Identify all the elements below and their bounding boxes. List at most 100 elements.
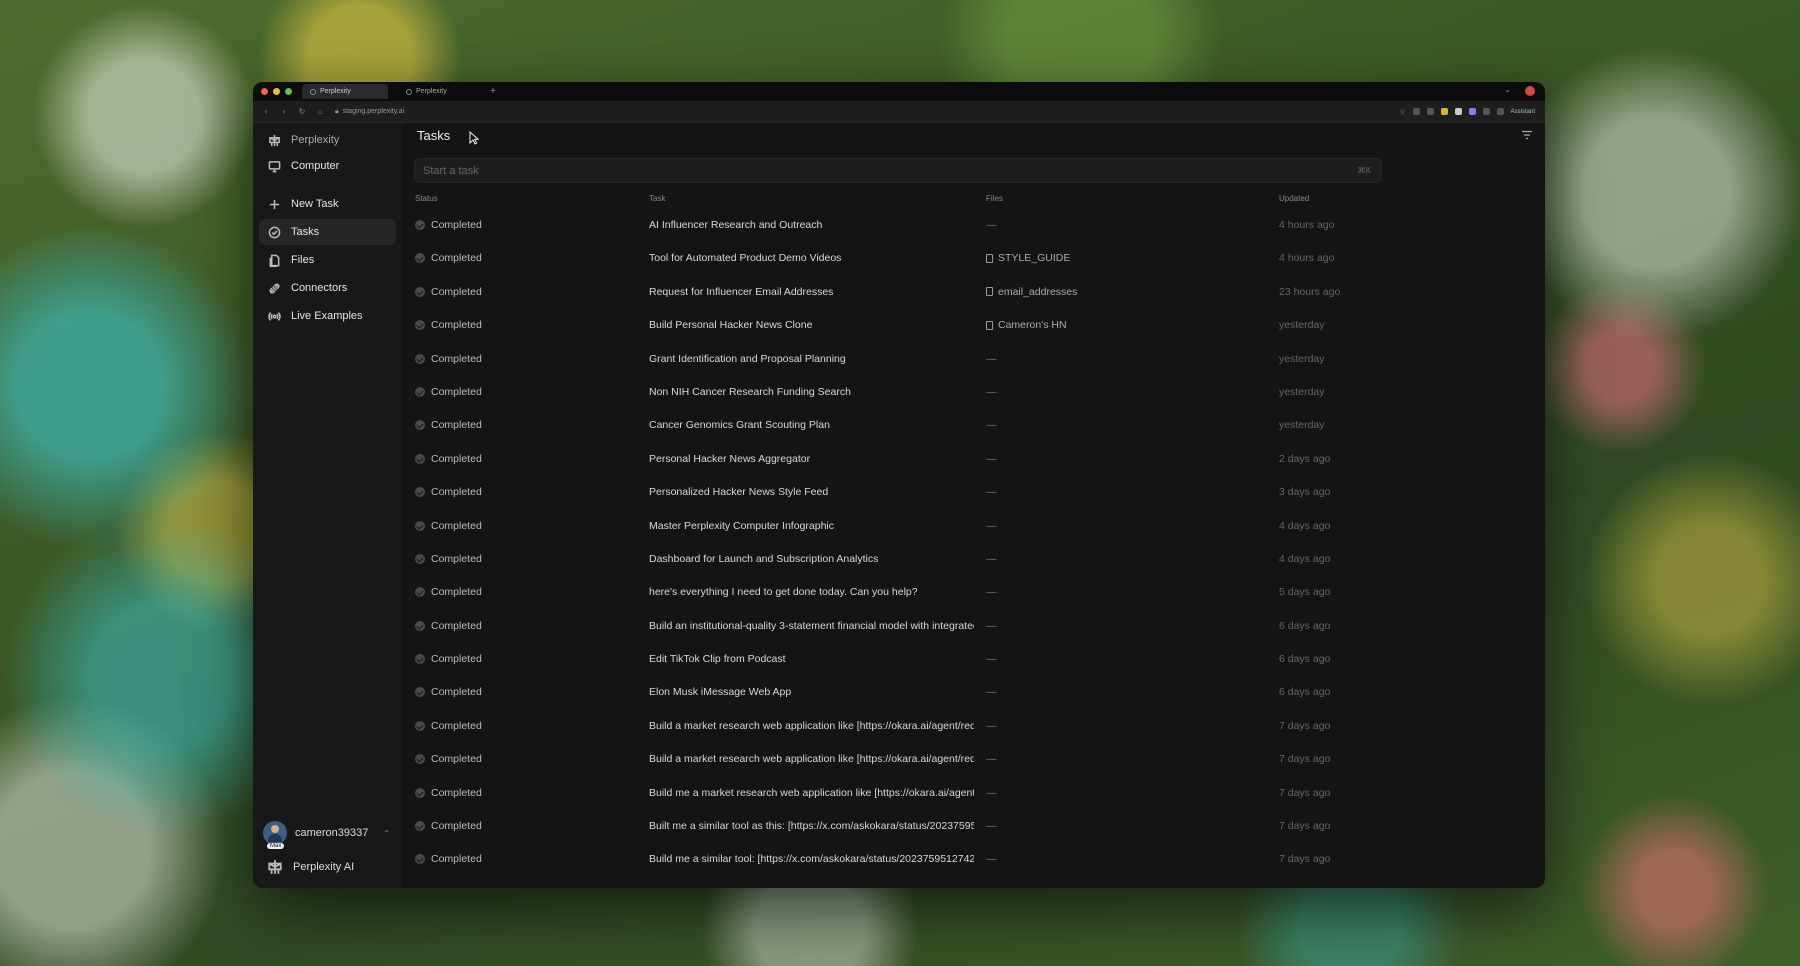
extension-icon[interactable] xyxy=(1454,108,1462,115)
check-circle-icon xyxy=(415,654,425,665)
table-row[interactable]: Completed Build me a market research web … xyxy=(402,777,1545,810)
files-cell: — xyxy=(986,453,1266,465)
task-name[interactable]: Build a market research web application … xyxy=(649,720,974,732)
task-name[interactable]: Personalized Hacker News Style Feed xyxy=(649,486,974,498)
table-row[interactable]: Completed Grant Identification and Propos… xyxy=(402,343,1545,376)
extension-icon[interactable] xyxy=(1468,108,1476,115)
task-name[interactable]: Non NIH Cancer Research Funding Search xyxy=(649,386,974,398)
updated-time: 7 days ago xyxy=(1279,753,1331,766)
extension-icon[interactable] xyxy=(1496,108,1504,115)
table-row[interactable]: Completed Build an institutional-quality … xyxy=(402,610,1545,643)
browser-tab-1[interactable]: Perplexity xyxy=(302,84,388,99)
home-icon[interactable]: ⌂ xyxy=(315,107,325,116)
sidebar-item-files[interactable]: Files xyxy=(253,247,402,273)
assistant-button[interactable]: Assistant xyxy=(1511,109,1535,115)
extension-icon[interactable] xyxy=(1412,108,1420,115)
task-name[interactable]: Master Perplexity Computer Infographic xyxy=(649,520,974,532)
file-name: — xyxy=(986,586,997,599)
file-name: email_addresses xyxy=(998,285,1078,298)
table-row[interactable]: Completed here's everything I need to get… xyxy=(402,576,1545,609)
files-cell[interactable]: Cameron's HN xyxy=(986,319,1266,331)
table-row[interactable]: Completed Master Perplexity Computer Info… xyxy=(402,510,1545,543)
table-row[interactable]: Completed Request for Influencer Email Ad… xyxy=(402,276,1545,309)
url-field[interactable]: 🔒︎ staging.perplexity.ai xyxy=(335,108,404,116)
table-row[interactable]: Completed Build Personal Hacker News Clon… xyxy=(402,309,1545,342)
task-name[interactable]: Elon Musk iMessage Web App xyxy=(649,686,974,698)
updated-time: 7 days ago xyxy=(1279,853,1331,866)
org-switcher[interactable]: Perplexity AI xyxy=(253,854,402,880)
task-name[interactable]: Build an institutional-quality 3-stateme… xyxy=(649,620,974,632)
task-name[interactable]: AI Influencer Research and Outreach xyxy=(649,219,974,231)
extension-icon[interactable] xyxy=(1426,108,1434,115)
new-tab-button[interactable]: + xyxy=(490,86,496,97)
files-cell[interactable]: email_addresses xyxy=(986,286,1266,298)
table-row[interactable]: Completed AI Influencer Research and Outr… xyxy=(402,209,1545,242)
table-row[interactable]: Completed Tool for Automated Product Demo… xyxy=(402,242,1545,275)
table-row[interactable]: Completed Build a market research web app… xyxy=(402,710,1545,743)
address-bar: ‹ › ↻ ⌂ 🔒︎ staging.perplexity.ai ☆ Assis… xyxy=(253,101,1545,123)
status-cell: Completed xyxy=(415,686,635,698)
task-name[interactable]: Personal Hacker News Aggregator xyxy=(649,453,974,465)
task-name[interactable]: Edit TikTok Clip from Podcast xyxy=(649,653,974,665)
reload-icon[interactable]: ↻ xyxy=(297,107,307,116)
perplexity-logo-icon xyxy=(269,134,280,146)
file-name: — xyxy=(986,519,997,532)
profile-icon[interactable] xyxy=(1525,86,1535,96)
table-row[interactable]: Completed Built me a similar tool as this… xyxy=(402,810,1545,843)
column-header-status[interactable]: Status xyxy=(415,194,635,203)
sidebar-item-new-task[interactable]: New Task xyxy=(253,191,402,217)
task-name[interactable]: Build a market research web application … xyxy=(649,753,974,765)
extension-icon[interactable] xyxy=(1482,108,1490,115)
plus-icon xyxy=(269,199,280,209)
forward-icon[interactable]: › xyxy=(279,107,289,116)
files-cell: — xyxy=(986,686,1266,698)
files-cell: — xyxy=(986,219,1266,231)
minimize-window-button[interactable] xyxy=(273,88,280,95)
browser-tab-2[interactable]: Perplexity xyxy=(398,84,484,99)
sidebar-item-connectors[interactable]: Connectors xyxy=(253,275,402,301)
files-cell[interactable]: STYLE_GUIDE xyxy=(986,252,1266,264)
task-name[interactable]: Dashboard for Launch and Subscription An… xyxy=(649,553,974,565)
sidebar-item-tasks[interactable]: Tasks xyxy=(259,219,396,245)
task-name[interactable]: Build me a market research web applicati… xyxy=(649,787,974,799)
table-row[interactable]: Completed Edit TikTok Clip from Podcast — 6… xyxy=(402,643,1545,676)
table-row[interactable]: Completed Build me a similar tool: [https… xyxy=(402,843,1545,876)
updated-time: yesterday xyxy=(1279,319,1325,332)
table-row[interactable]: Completed Dashboard for Launch and Subscr… xyxy=(402,543,1545,576)
task-name[interactable]: Tool for Automated Product Demo Videos xyxy=(649,252,974,264)
task-name[interactable]: Cancer Genomics Grant Scouting Plan xyxy=(649,419,974,431)
task-input[interactable]: ⌘K xyxy=(414,158,1382,183)
sidebar-item-live-examples[interactable]: Live Examples xyxy=(253,303,402,329)
file-name: — xyxy=(986,486,997,499)
task-name[interactable]: Grant Identification and Proposal Planni… xyxy=(649,353,974,365)
task-name[interactable]: here's everything I need to get done tod… xyxy=(649,586,974,598)
check-circle-icon xyxy=(415,286,425,297)
table-row[interactable]: Completed Cancer Genomics Grant Scouting … xyxy=(402,409,1545,442)
updated-time: 4 hours ago xyxy=(1279,219,1335,231)
task-name[interactable]: Request for Influencer Email Addresses xyxy=(649,286,974,298)
file-name: — xyxy=(986,419,997,432)
workspace-computer[interactable]: Computer xyxy=(253,153,402,179)
table-row[interactable]: Completed Non NIH Cancer Research Funding… xyxy=(402,376,1545,409)
bookmark-star-icon[interactable]: ☆ xyxy=(1399,108,1405,116)
close-window-button[interactable] xyxy=(261,88,268,95)
task-name[interactable]: Build me a similar tool: [https://x.com/… xyxy=(649,853,974,865)
tab-overflow-icon[interactable]: ⌄ xyxy=(1504,85,1511,94)
task-name[interactable]: Built me a similar tool as this: [https:… xyxy=(649,820,974,832)
table-row[interactable]: Completed Build a market research web app… xyxy=(402,743,1545,776)
column-header-files[interactable]: Files xyxy=(986,194,1266,203)
table-row[interactable]: Completed Elon Musk iMessage Web App — 6 da… xyxy=(402,676,1545,709)
task-input-field[interactable] xyxy=(415,163,1325,178)
file-name: — xyxy=(986,653,997,666)
filter-icon[interactable] xyxy=(1521,130,1533,140)
column-header-task[interactable]: Task xyxy=(649,194,974,203)
column-header-updated[interactable]: Updated xyxy=(1279,194,1379,203)
table-row[interactable]: Completed Personalized Hacker News Style … xyxy=(402,476,1545,509)
back-icon[interactable]: ‹ xyxy=(261,107,271,116)
user-menu[interactable]: Max cameron39337 ⌃ xyxy=(253,818,402,849)
table-row[interactable]: Completed Personal Hacker News Aggregator… xyxy=(402,443,1545,476)
task-name[interactable]: Build Personal Hacker News Clone xyxy=(649,319,974,331)
maximize-window-button[interactable] xyxy=(285,88,292,95)
extension-icon[interactable] xyxy=(1440,108,1448,115)
brand-link[interactable]: Perplexity xyxy=(253,127,402,153)
